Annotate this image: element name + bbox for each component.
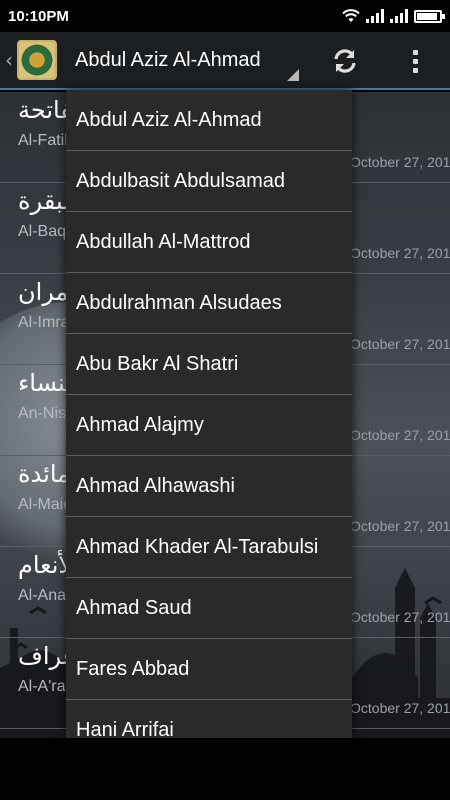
quran-app-logo[interactable] [17,40,57,80]
reciter-spinner-label: Abdul Aziz Al-Ahmad [75,48,261,71]
reciter-option[interactable]: Abdulrahman Alsudaes [66,273,352,334]
wifi-icon [342,9,360,22]
reciter-option-label: Abdulbasit Abdulsamad [76,169,286,192]
refresh-button[interactable] [320,32,370,90]
surah-english-name: Al-A'raf [18,678,70,695]
status-icons [342,9,445,23]
reciter-option[interactable]: Abdullah Al-Mattrod [66,212,352,273]
overflow-menu-button[interactable] [390,32,440,90]
reciter-option-label: Abdullah Al-Mattrod [76,230,251,253]
reciter-option-label: Abu Bakr Al Shatri [76,352,239,375]
reciter-option-label: Abdul Aziz Al-Ahmad [76,108,262,131]
surah-date: October 27, 2010 [350,245,450,261]
reciter-option-label: Abdulrahman Alsudaes [76,291,282,314]
reciter-option[interactable]: Abdul Aziz Al-Ahmad [66,90,352,151]
signal-icon [366,9,384,23]
battery-icon [414,9,445,23]
reciter-option[interactable]: Fares Abbad [66,639,352,700]
surah-date: October 27, 2010 [350,336,450,352]
refresh-icon [334,49,356,73]
overflow-menu-icon [412,49,418,73]
reciter-option[interactable]: Ahmad Saud [66,578,352,639]
reciter-option-label: Ahmad Alhawashi [76,474,235,497]
surah-date: October 27, 2010 [350,609,450,625]
reciter-option[interactable]: Ahmad Alhawashi [66,456,352,517]
reciter-option-label: Ahmad Khader Al-Tarabulsi [76,535,319,558]
action-bar: ‹ Abdul Aziz Al-Ahmad [0,32,450,90]
reciter-option[interactable]: Ahmad Khader Al-Tarabulsi [66,517,352,578]
signal-icon [390,9,408,23]
surah-date: October 27, 2010 [350,518,450,534]
up-caret-icon[interactable]: ‹ [5,48,15,72]
status-bar: 10:10PM [0,0,450,32]
spinner-triangle-icon [287,69,299,81]
surah-date: October 27, 2010 [350,700,450,716]
reciter-dropdown[interactable]: Abdul Aziz Al-Ahmad Abdulbasit Abdulsama… [66,90,352,738]
reciter-option-label: Fares Abbad [76,657,190,680]
reciter-spinner[interactable]: Abdul Aziz Al-Ahmad [75,31,305,89]
reciter-option[interactable]: Hani Arrifai [66,700,352,739]
reciter-option-label: Ahmad Alajmy [76,413,204,436]
navigation-bar [0,738,450,800]
surah-date: October 27, 2010 [350,427,450,443]
reciter-option-label: Hani Arrifai [76,718,174,739]
status-time: 10:10PM [8,7,69,25]
reciter-option[interactable]: Ahmad Alajmy [66,395,352,456]
reciter-option-label: Ahmad Saud [76,596,192,619]
reciter-option[interactable]: Abdulbasit Abdulsamad [66,151,352,212]
reciter-option[interactable]: Abu Bakr Al Shatri [66,334,352,395]
surah-date: October 27, 2010 [350,154,450,170]
